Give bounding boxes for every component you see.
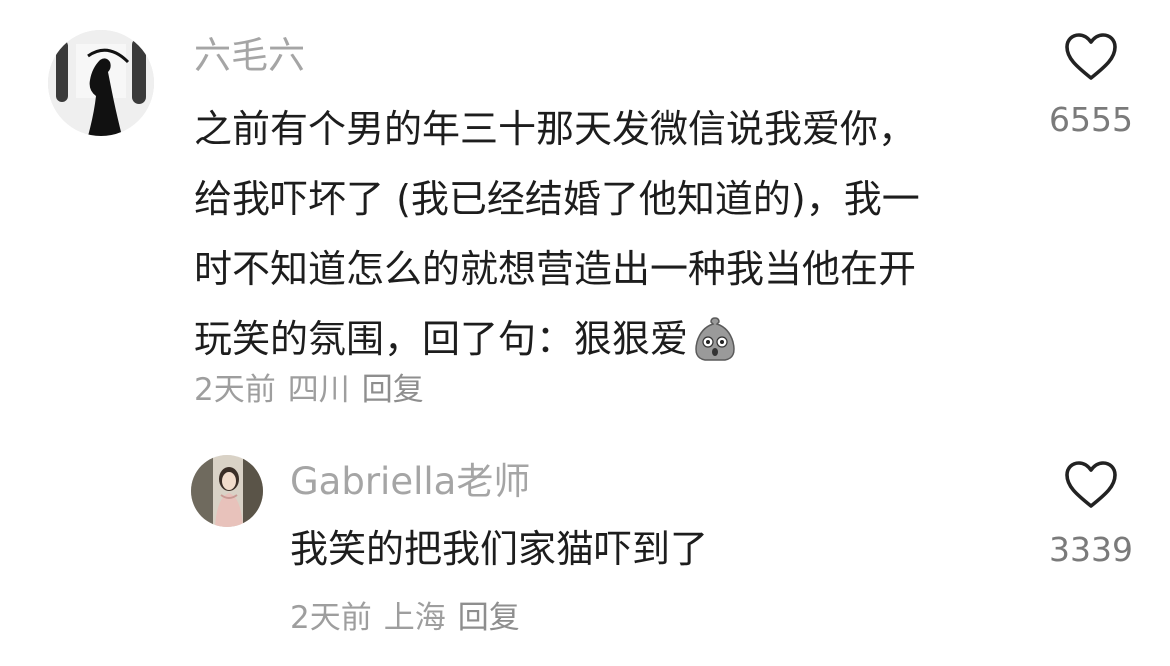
comment-text-line: 给我吓坏了 (我已经结婚了他知道的)，我一 bbox=[194, 177, 920, 221]
like-button[interactable]: 3339 bbox=[1036, 460, 1146, 570]
shocked-bag-emoji-icon bbox=[690, 314, 740, 364]
timestamp: 2天前 bbox=[194, 372, 276, 408]
like-count: 3339 bbox=[1049, 530, 1133, 569]
comment-item: 六毛六 之前有个男的年三十那天发微信说我爱你， 给我吓坏了 (我已经结婚了他知道… bbox=[0, 0, 1170, 440]
username[interactable]: Gabriella老师 bbox=[290, 460, 530, 504]
timestamp: 2天前 bbox=[290, 600, 372, 636]
reply-text: 我笑的把我们家猫吓到了 bbox=[290, 527, 709, 571]
comment-text: 之前有个男的年三十那天发微信说我爱你， 给我吓坏了 (我已经结婚了他知道的)，我… bbox=[194, 94, 1014, 374]
avatar[interactable] bbox=[191, 455, 263, 527]
reply-button[interactable]: 回复 bbox=[458, 600, 520, 636]
like-count: 6555 bbox=[1049, 100, 1133, 139]
location: 上海 bbox=[383, 600, 446, 636]
reply-button[interactable]: 回复 bbox=[362, 372, 424, 408]
reply-meta: 2天前 上海 回复 bbox=[290, 598, 532, 638]
username[interactable]: 六毛六 bbox=[194, 34, 305, 78]
heart-outline-icon[interactable] bbox=[1064, 32, 1118, 82]
comment-meta: 2天前 四川 回复 bbox=[194, 370, 436, 410]
comment-text-line: 之前有个男的年三十那天发微信说我爱你， bbox=[194, 107, 917, 151]
comment-text-line: 时不知道怎么的就想营造出一种我当他在开 bbox=[194, 247, 917, 291]
avatar[interactable] bbox=[48, 30, 154, 136]
heart-outline-icon[interactable] bbox=[1064, 460, 1118, 510]
woman-portrait-avatar-icon bbox=[191, 455, 263, 527]
comment-text-line: 玩笑的氛围，回了句：狠狠爱 bbox=[194, 317, 689, 361]
comment-thread: 六毛六 之前有个男的年三十那天发微信说我爱你， 给我吓坏了 (我已经结婚了他知道… bbox=[0, 0, 1170, 666]
reaper-silhouette-avatar-icon bbox=[48, 30, 154, 136]
like-button[interactable]: 6555 bbox=[1036, 32, 1146, 140]
comment-text-line-last: 玩笑的氛围，回了句：狠狠爱 bbox=[194, 304, 1014, 374]
location: 四川 bbox=[287, 372, 350, 408]
